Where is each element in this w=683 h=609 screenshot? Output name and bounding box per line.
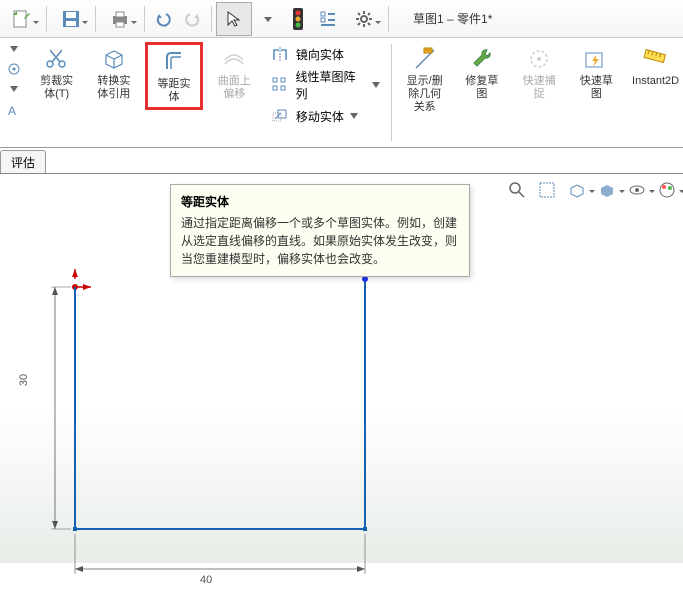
scissors-icon — [43, 45, 71, 73]
tooltip-body: 通过指定距离偏移一个或多个草图实体。例如，创建从选定直线偏移的直线。如果原始实体… — [181, 214, 459, 268]
select-button[interactable] — [216, 2, 252, 36]
separator — [391, 44, 392, 141]
instant2d-group: Instant2D — [625, 38, 683, 147]
view-toolbar — [505, 178, 679, 202]
tab-evaluate[interactable]: 评估 — [0, 150, 46, 173]
relations-label: 显示/删除几何关系 — [403, 75, 446, 115]
text-tool-button[interactable]: A — [2, 100, 26, 118]
snap-group: 快速捕捉 — [511, 38, 568, 147]
dimension-vertical[interactable]: 30 — [18, 374, 30, 386]
print-button[interactable] — [100, 5, 140, 33]
mirror-icon — [270, 44, 290, 64]
offset-icon — [160, 48, 188, 76]
surface-offset-button[interactable]: 曲面上偏移 — [209, 42, 260, 104]
document-title: 草图1 – 零件1* — [413, 10, 492, 27]
relations-group: 显示/删除几何关系 — [396, 38, 453, 147]
snap-label: 快速捕捉 — [518, 75, 561, 101]
offset-group: 等距实体 — [142, 38, 205, 147]
rapid-sketch-button[interactable]: 快速草图 — [571, 42, 622, 104]
offset-button[interactable]: 等距实体 — [145, 42, 202, 110]
appearance-button[interactable] — [655, 178, 679, 202]
move-button[interactable]: 移动实体 — [266, 104, 362, 128]
canvas[interactable]: 等距实体 通过指定距离偏移一个或多个草图实体。例如，创建从选定直线偏移的直线。如… — [0, 174, 683, 563]
lightning-icon — [582, 45, 610, 73]
instant2d-label: Instant2D — [632, 75, 676, 88]
pattern-icon — [270, 75, 290, 95]
display-style-button[interactable] — [595, 178, 619, 202]
chevron-down-icon — [372, 82, 380, 88]
hide-show-button[interactable] — [625, 178, 649, 202]
instant2d-button[interactable]: Instant2D — [628, 42, 680, 91]
quick-snap-button[interactable]: 快速捕捉 — [514, 42, 565, 104]
separator — [95, 6, 96, 32]
view-orientation-button[interactable] — [565, 178, 589, 202]
move-label: 移动实体 — [296, 108, 344, 125]
side-button-2[interactable] — [2, 60, 26, 78]
redo-button[interactable] — [179, 5, 207, 33]
quick-access-toolbar: 草图1 – 零件1* — [0, 0, 683, 38]
separator — [144, 6, 145, 32]
side-dropdown-2[interactable] — [2, 80, 26, 98]
separator — [388, 6, 389, 32]
entity-tools-group: 镜向实体 线性草图阵列 移动实体 — [263, 38, 387, 147]
repair-label: 修复草图 — [460, 75, 503, 101]
pattern-button[interactable]: 线性草图阵列 — [266, 66, 384, 104]
separator — [46, 6, 47, 32]
surface-offset-icon — [220, 45, 248, 73]
snap-icon — [525, 45, 553, 73]
traffic-light-icon[interactable] — [284, 5, 312, 33]
wrench-icon — [468, 45, 496, 73]
surface-offset-label: 曲面上偏移 — [213, 75, 256, 101]
surface-offset-group: 曲面上偏移 — [206, 38, 263, 147]
convert-label: 转换实体引用 — [92, 75, 135, 101]
pattern-label: 线性草图阵列 — [295, 68, 366, 102]
cube-icon — [100, 45, 128, 73]
svg-text:A: A — [8, 104, 16, 117]
chevron-down-icon — [350, 113, 358, 119]
tooltip: 等距实体 通过指定距离偏移一个或多个草图实体。例如，创建从选定直线偏移的直线。如… — [170, 184, 470, 277]
left-side-buttons: A — [0, 38, 28, 147]
repair-button[interactable]: 修复草图 — [456, 42, 507, 104]
settings-button[interactable] — [344, 5, 384, 33]
convert-group: 转换实体引用 — [85, 38, 142, 147]
undo-button[interactable] — [149, 5, 177, 33]
separator — [211, 6, 212, 32]
ribbon: A 剪裁实体(T) 转换实体引用 等距实体 曲面上偏移 镜向实体 — [0, 38, 683, 148]
tab-bar: 评估 — [0, 150, 683, 174]
trim-button[interactable]: 剪裁实体(T) — [31, 42, 82, 104]
display-relations-button[interactable]: 显示/删除几何关系 — [399, 42, 450, 118]
convert-button[interactable]: 转换实体引用 — [88, 42, 139, 104]
offset-label: 等距实体 — [152, 78, 195, 104]
repair-group: 修复草图 — [453, 38, 510, 147]
select-dropdown[interactable] — [254, 5, 282, 33]
trim-label: 剪裁实体(T) — [35, 75, 78, 101]
rapid-sketch-group: 快速草图 — [568, 38, 625, 147]
list-button[interactable] — [314, 5, 342, 33]
tooltip-title: 等距实体 — [181, 193, 459, 210]
rapid-sketch-label: 快速草图 — [575, 75, 618, 101]
move-icon — [270, 106, 290, 126]
dimension-horizontal[interactable]: 40 — [200, 574, 212, 586]
zoom-fit-button[interactable] — [505, 178, 529, 202]
relations-icon — [411, 45, 439, 73]
sketch-drawing — [45, 269, 425, 609]
mirror-button[interactable]: 镜向实体 — [266, 42, 348, 66]
save-button[interactable] — [51, 5, 91, 33]
zoom-area-button[interactable] — [535, 178, 559, 202]
trim-group: 剪裁实体(T) — [28, 38, 85, 147]
mirror-label: 镜向实体 — [296, 46, 344, 63]
new-button[interactable] — [2, 5, 42, 33]
side-dropdown-1[interactable] — [2, 40, 26, 58]
ruler-icon — [640, 45, 668, 73]
